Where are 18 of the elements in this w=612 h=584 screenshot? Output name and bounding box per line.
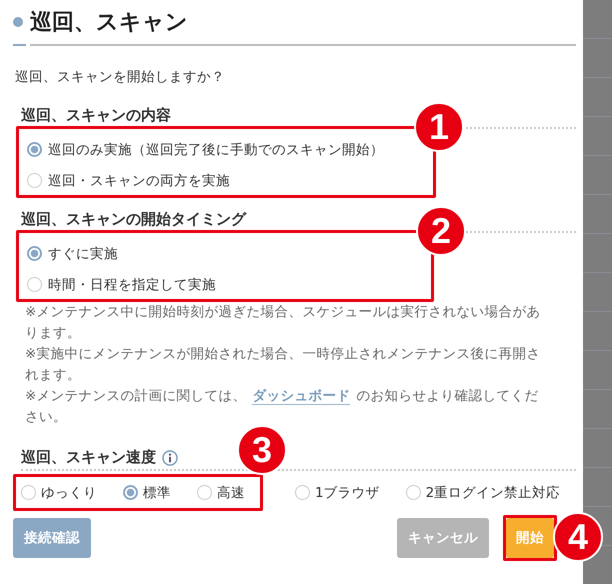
info-icon[interactable] — [162, 450, 178, 466]
step-number-badge: 3 — [237, 425, 287, 475]
step-number-badge: 1 — [414, 102, 464, 152]
note-text: ※メンテナンス中に開始時刻が過ぎた場合、スケジュールは実行されない場合があります。 — [25, 303, 542, 343]
radio-option[interactable]: 標準 — [123, 477, 171, 508]
radio-option[interactable]: 1ブラウザ — [295, 477, 380, 508]
section-heading: 巡回、スキャン速度 — [21, 448, 156, 467]
radio-option[interactable]: ゆっくり — [21, 477, 97, 508]
note-text: ※メンテナンスの計画に関しては、 ダッシュボード のお知らせより確認してください。 — [25, 387, 540, 427]
prompt-text: 巡回、スキャンを開始しますか？ — [15, 68, 226, 86]
radio-option[interactable]: 時間・日程を指定して実施 — [27, 269, 576, 300]
radio-option[interactable]: 2重ログイン禁止対応 — [406, 477, 560, 508]
step-number-badge: 2 — [416, 206, 466, 256]
radio-option[interactable]: 高速 — [197, 477, 245, 508]
radio-option[interactable]: 巡回・スキャンの両方を実施 — [27, 165, 576, 196]
note-text: ※実施中にメンテナンスが開始された場合、一時停止されメンテナンス後に再開されます。 — [25, 345, 542, 385]
dialog-title: 巡回、スキャン — [30, 9, 188, 37]
bullet-icon — [13, 17, 23, 27]
